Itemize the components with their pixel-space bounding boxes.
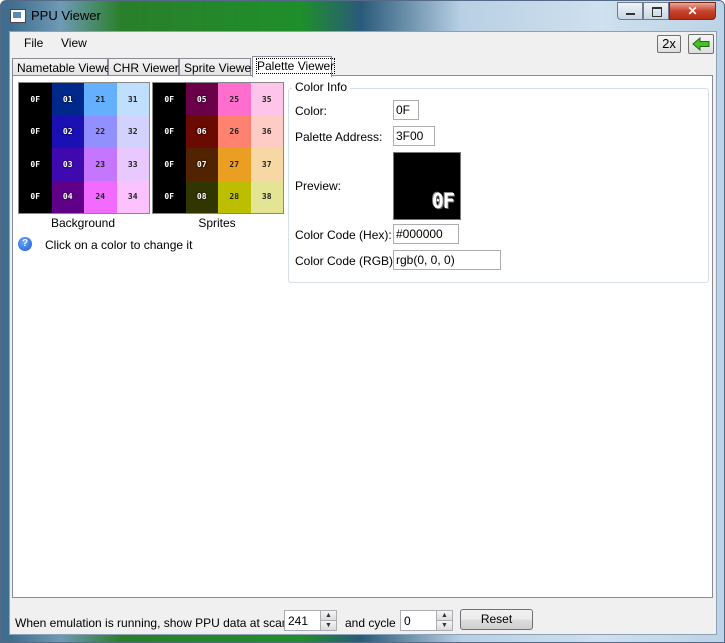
palette-address-field[interactable] [393,126,435,146]
tab-strip: Nametable Viewer CHR Viewer Sprite Viewe… [12,56,712,77]
hex-field[interactable] [393,224,459,244]
tab-chr-viewer[interactable]: CHR Viewer [108,58,179,76]
scanline-up-arrow[interactable]: ▲ [320,611,336,621]
rgb-label: Color Code (RGB): [295,254,397,268]
maximize-button[interactable] [643,2,669,20]
color-preview: 0F [393,152,461,220]
preview-label: Preview: [295,179,342,193]
tab-palette-viewer[interactable]: Palette Viewer [252,56,336,77]
tab-sprite-viewer[interactable]: Sprite Viewer [179,58,255,76]
menu-bar: File View 2x [10,32,716,56]
scanline-down-arrow[interactable]: ▼ [320,621,336,630]
scanline-spinner[interactable]: 241 ▲ ▼ [284,610,337,631]
palette-color-cell[interactable]: 38 [250,180,283,213]
menu-file[interactable]: File [24,36,43,50]
palette-color-cell[interactable]: 25 [218,83,251,116]
ppu-viewer-window: PPU Viewer ✕ File View 2x Nametable View… [0,0,725,643]
reset-button[interactable]: Reset [460,609,533,630]
preview-code: 0F [431,189,455,213]
cycle-label: and cycle [345,616,396,630]
close-button[interactable]: ✕ [669,2,716,20]
palette-color-cell[interactable]: 26 [218,115,251,148]
sprite-palette-grid[interactable]: 0F 05 25 35 0F 06 26 36 0F 07 27 37 0F 08 28 38 [152,82,284,214]
palette-color-cell[interactable]: 0F [19,115,52,148]
scanline-label: When emulation is running, show PPU data… [15,616,308,630]
palette-color-cell[interactable]: 0F [19,83,52,116]
scanline-bar: When emulation is running, show PPU data… [10,606,716,634]
palette-viewer-panel: 0F 01 21 31 0F 02 22 32 0F 03 23 33 0F 04 24 34 Backgro… [12,75,713,598]
menu-view[interactable]: View [61,36,87,50]
hex-label: Color Code (Hex): [295,228,392,242]
palette-color-cell[interactable]: 05 [185,83,218,116]
help-text: Click on a color to change it [45,238,193,252]
palette-color-cell[interactable]: 08 [185,180,218,213]
palette-color-cell[interactable]: 35 [250,83,283,116]
green-arrow-left-icon [692,36,710,52]
palette-color-cell[interactable]: 22 [84,115,117,148]
back-button[interactable] [688,34,714,54]
palette-color-cell[interactable]: 21 [84,83,117,116]
background-palette-grid[interactable]: 0F 01 21 31 0F 02 22 32 0F 03 23 33 0F 04 24 34 [18,82,150,214]
palette-color-cell[interactable]: 24 [84,180,117,213]
app-icon [10,9,26,23]
palette-color-cell[interactable]: 27 [218,148,251,181]
rgb-field[interactable] [393,250,501,270]
palette-color-cell[interactable]: 34 [116,180,149,213]
palette-color-cell[interactable]: 03 [51,148,84,181]
color-label: Color: [295,104,328,118]
window-title: PPU Viewer [31,8,101,23]
palette-color-cell[interactable]: 37 [250,148,283,181]
minimize-button[interactable] [617,2,643,20]
palette-color-cell[interactable]: 04 [51,180,84,213]
palette-color-cell[interactable]: 02 [51,115,84,148]
scanline-value: 241 [288,614,309,628]
color-field[interactable] [393,100,419,120]
palette-color-cell[interactable]: 06 [185,115,218,148]
palette-color-cell[interactable]: 0F [153,115,186,148]
palette-color-cell[interactable]: 33 [116,148,149,181]
scale-2x-button[interactable]: 2x [657,35,681,53]
palette-color-cell[interactable]: 0F [153,148,186,181]
tab-palette-viewer-label: Palette Viewer [255,58,336,74]
tab-nametable-viewer[interactable]: Nametable Viewer [12,58,115,76]
palette-color-cell[interactable]: 0F [153,83,186,116]
palette-color-cell[interactable]: 0F [153,180,186,213]
palette-color-cell[interactable]: 0F [19,148,52,181]
close-icon: ✕ [687,4,698,18]
palette-color-cell[interactable]: 31 [116,83,149,116]
palette-color-cell[interactable]: 01 [51,83,84,116]
sprite-palette-label: Sprites [198,216,236,230]
cycle-spinner[interactable]: 0 ▲ ▼ [400,610,453,631]
palette-color-cell[interactable]: 28 [218,180,251,213]
palette-color-cell[interactable]: 23 [84,148,117,181]
palette-color-cell[interactable]: 36 [250,115,283,148]
cycle-down-arrow[interactable]: ▼ [436,621,452,630]
client-area: File View 2x Nametable Viewer CHR Viewer… [9,31,717,635]
cycle-value: 0 [404,614,411,628]
color-info-legend: Color Info [292,80,351,94]
cycle-up-arrow[interactable]: ▲ [436,611,452,621]
palette-color-cell[interactable]: 32 [116,115,149,148]
help-icon: ? [18,237,32,251]
palette-color-cell[interactable]: 07 [185,148,218,181]
background-palette-label: Background [50,216,116,230]
title-bar[interactable]: PPU Viewer ✕ [1,1,724,31]
palette-address-label: Palette Address: [295,130,383,144]
palette-color-cell[interactable]: 0F [19,180,52,213]
